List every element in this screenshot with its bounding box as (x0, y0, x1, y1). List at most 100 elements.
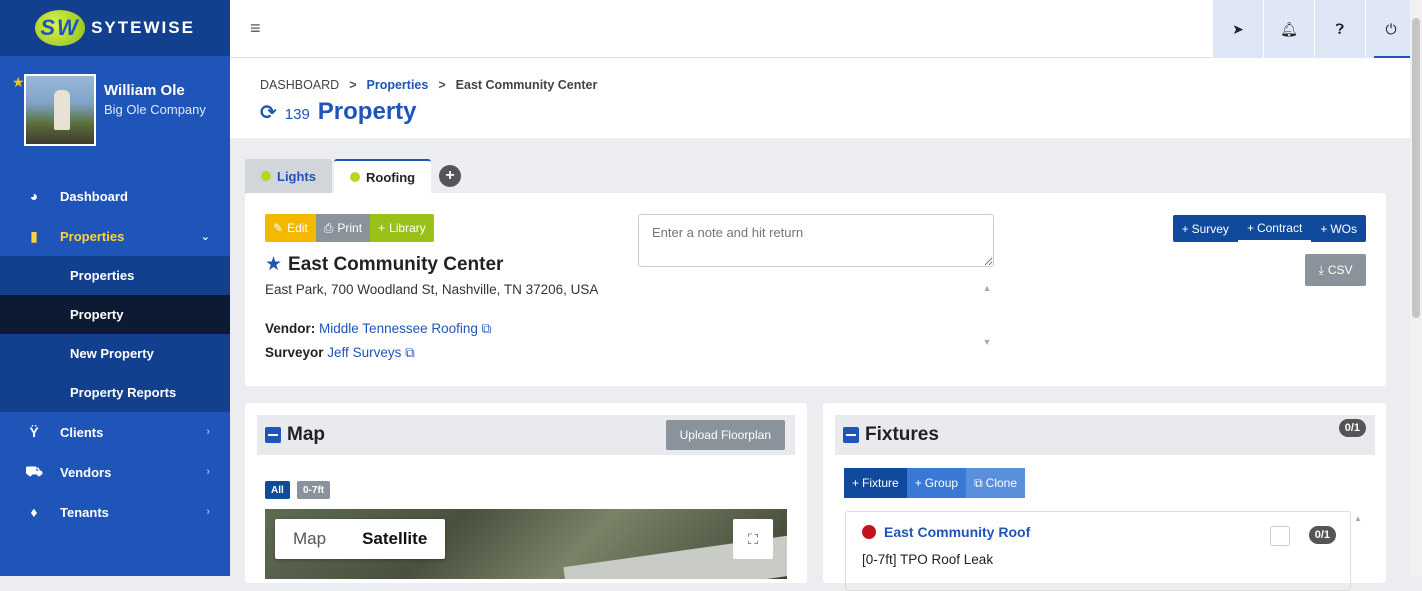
status-dot (350, 172, 360, 182)
filter-all[interactable]: All (265, 481, 290, 499)
help-button[interactable]: ❓︎ (1314, 0, 1365, 58)
page-title: ⟳ 139 Property (260, 98, 1410, 126)
csv-download-button[interactable]: ⤓ CSV (1305, 254, 1366, 286)
add-contract-button[interactable]: + Contract (1237, 215, 1312, 242)
logout-button[interactable]: ⏻ (1365, 0, 1416, 58)
sidebar-subitem-property-reports[interactable]: Property Reports (0, 373, 230, 412)
sidebar-item-label: Tenants (60, 504, 109, 520)
fixture-item[interactable]: East Community Roof [0-7ft] TPO Roof Lea… (845, 511, 1351, 591)
printer-icon: ⎙ (323, 220, 334, 235)
scrollbar-thumb[interactable] (1412, 18, 1420, 318)
filter-0-7ft[interactable]: 0-7ft (297, 481, 331, 499)
avatar[interactable] (24, 74, 96, 146)
pointer-button[interactable]: ➤ (1212, 0, 1263, 58)
map-card-header[interactable]: Map Upload Floorplan (257, 415, 795, 455)
sidebar-subitem-property[interactable]: Property (0, 295, 230, 334)
property-name: ★ East Community Center (265, 253, 503, 276)
survey-label: Survey (1191, 221, 1229, 236)
page-scrollbar[interactable] (1410, 0, 1422, 576)
note-input[interactable] (638, 214, 994, 267)
hamburger-menu-icon[interactable]: ≡ (250, 18, 261, 39)
map-type-satellite[interactable]: Satellite (344, 519, 445, 559)
plus-icon: + (1246, 220, 1254, 235)
chevron-down-icon: ⌄ (200, 230, 210, 243)
group-label: Group (924, 476, 959, 490)
notes-scrollbar[interactable]: ▲ ▼ (980, 283, 994, 347)
breadcrumb-dashboard[interactable]: DASHBOARD (260, 78, 339, 92)
sidebar-item-dashboard[interactable]: ◕ Dashboard (0, 176, 230, 216)
tab-roofing[interactable]: Roofing (334, 159, 432, 193)
bell-icon: 🔔︎ (1280, 20, 1298, 37)
star-icon[interactable]: ★ (265, 253, 282, 276)
external-link-icon[interactable]: ⧉ (482, 321, 492, 336)
sidebar-item-properties[interactable]: ▮ Properties ⌄ (0, 216, 230, 256)
sidebar-item-tenants[interactable]: ♦ Tenants › (0, 492, 230, 532)
property-count: 139 (284, 106, 310, 123)
vendor-link[interactable]: Middle Tennessee Roofing (319, 321, 478, 336)
add-fixture-button[interactable]: + Fixture (844, 468, 907, 498)
user-company: Big Ole Company (104, 102, 206, 117)
star-icon: ★ (12, 74, 25, 90)
breadcrumb-properties[interactable]: Properties (367, 78, 429, 92)
surveyor-link[interactable]: Jeff Surveys (327, 345, 401, 360)
map-title: Map (287, 424, 325, 445)
contract-label: Contract (1256, 220, 1303, 235)
tab-lights[interactable]: Lights (245, 159, 332, 193)
pencil-icon: ✎ (273, 221, 284, 235)
fixture-count-badge: 0/1 (1308, 526, 1336, 544)
property-name-text: East Community Center (288, 253, 504, 275)
library-button[interactable]: + Library (370, 214, 434, 242)
page-header: DASHBOARD > Properties > East Community … (230, 58, 1410, 138)
fixture-checkbox[interactable] (1270, 526, 1290, 546)
sidebar-item-vendors[interactable]: ⛟ Vendors › (0, 452, 230, 492)
fullscreen-button[interactable]: ⛶ (733, 519, 773, 559)
fullscreen-icon: ⛶ (748, 530, 758, 547)
sidebar-item-clients[interactable]: Ÿ Clients › (0, 412, 230, 452)
sidebar-subnav: Properties Property New Property Propert… (0, 256, 230, 412)
upload-floorplan-button[interactable]: Upload Floorplan (665, 420, 785, 450)
clone-icon: ⧉ (974, 475, 983, 490)
library-label: Library (389, 221, 426, 235)
breadcrumb-current: East Community Center (455, 78, 598, 92)
external-link-icon[interactable]: ⧉ (405, 345, 415, 360)
tab-label: Roofing (366, 169, 416, 185)
sidebar-subitem-properties[interactable]: Properties (0, 256, 230, 295)
dashboard-icon: ◕ (29, 188, 39, 204)
user-name: William Ole (104, 82, 185, 99)
scroll-up-icon[interactable]: ▲ (983, 283, 992, 293)
refresh-icon[interactable]: ⟳ (260, 100, 277, 125)
status-dot (261, 171, 271, 181)
vendor-row: Vendor: Middle Tennessee Roofing ⧉ (265, 321, 491, 337)
add-tab-button[interactable]: + (439, 165, 462, 187)
plus-icon: + (852, 476, 860, 490)
breadcrumb-separator: > (349, 78, 357, 92)
tab-label: Lights (277, 168, 316, 184)
scroll-down-icon[interactable]: ▼ (983, 337, 992, 347)
add-survey-button[interactable]: + Survey (1173, 215, 1238, 242)
csv-label: CSV (1327, 263, 1353, 277)
edit-button[interactable]: ✎ Edit (265, 214, 316, 242)
property-info-card: ✎ Edit ⎙ Print + Library ★ East Community C… (245, 193, 1386, 386)
notifications-button[interactable]: 🔔︎ (1263, 0, 1314, 58)
fixtures-card: Fixtures 0/1 + Fixture + Group ⧉ Clone East… (823, 403, 1386, 591)
sidebar-subitem-new-property[interactable]: New Property (0, 334, 230, 373)
plus-icon: + (445, 167, 455, 184)
collapse-icon[interactable] (265, 427, 281, 443)
sidebar-item-label: Vendors (60, 464, 112, 480)
collapse-icon[interactable] (843, 427, 859, 443)
fixtures-card-header[interactable]: Fixtures (835, 415, 1375, 455)
print-button[interactable]: ⎙ Print (315, 214, 371, 242)
sidebar-item-label: Properties (60, 228, 125, 244)
fixtures-count-badge: 0/1 (1338, 419, 1366, 437)
logo-mark: SW (35, 10, 86, 46)
clone-button[interactable]: ⧉ Clone (966, 468, 1026, 498)
map-type-map[interactable]: Map (275, 519, 344, 559)
add-wos-button[interactable]: + WOs (1311, 215, 1366, 242)
logo[interactable]: SW SYTEWISE (0, 0, 230, 56)
map-view[interactable]: Map Satellite ⛶ (265, 509, 787, 579)
top-actions: ➤ 🔔︎ ❓︎ ⏻ (1212, 0, 1416, 58)
scroll-up-icon[interactable]: ▲ (1354, 514, 1362, 523)
fixture-name[interactable]: East Community Roof (862, 524, 1030, 540)
add-group-button[interactable]: + Group (906, 468, 967, 498)
cursor-icon: ➤ (1232, 20, 1244, 37)
